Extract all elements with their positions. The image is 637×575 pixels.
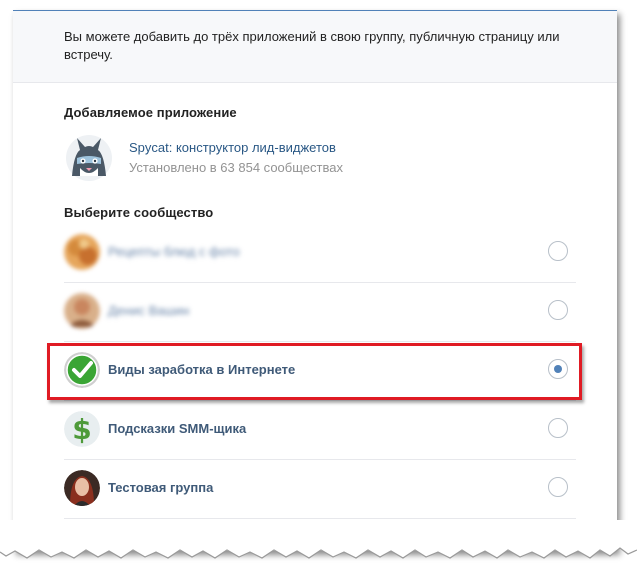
- group-radio[interactable]: [548, 477, 568, 497]
- torn-edge-decoration: [0, 520, 637, 559]
- woman-portrait-icon: [64, 470, 100, 506]
- group-row[interactable]: $ Подсказки SMM-щика: [64, 401, 576, 460]
- group-name: Рецепты блюд с фото: [108, 244, 240, 259]
- add-app-dialog: Вы можете добавить до трёх приложений в …: [13, 10, 617, 551]
- app-name-link[interactable]: Spycat: конструктор лид-виджетов: [129, 140, 336, 155]
- app-row: Spycat: конструктор лид-виджетов Установ…: [64, 132, 564, 182]
- dollar-sign-icon: $: [64, 411, 100, 447]
- person-avatar-icon: [64, 293, 100, 329]
- group-name: Тестовая группа: [108, 480, 214, 495]
- community-section-title: Выберите сообщество: [64, 205, 214, 220]
- spycat-logo-icon: [64, 132, 114, 182]
- app-section-title: Добавляемое приложение: [64, 105, 237, 120]
- app-installs-count: Установлено в 63 854 сообществах: [129, 160, 343, 175]
- group-name: Денис Вашин: [108, 303, 190, 318]
- food-avatar-icon: [64, 234, 100, 270]
- selection-highlight-frame: [47, 343, 582, 400]
- group-row[interactable]: Рецепты блюд с фото: [64, 224, 576, 283]
- group-row[interactable]: Тестовая группа: [64, 460, 576, 519]
- group-radio[interactable]: [548, 418, 568, 438]
- info-text: Вы можете добавить до трёх приложений в …: [64, 29, 560, 62]
- group-name: Подсказки SMM-щика: [108, 421, 247, 436]
- info-banner: Вы можете добавить до трёх приложений в …: [13, 11, 617, 83]
- group-radio[interactable]: [548, 300, 568, 320]
- group-radio[interactable]: [548, 241, 568, 261]
- group-row[interactable]: Денис Вашин: [64, 283, 576, 342]
- svg-text:$: $: [72, 413, 91, 446]
